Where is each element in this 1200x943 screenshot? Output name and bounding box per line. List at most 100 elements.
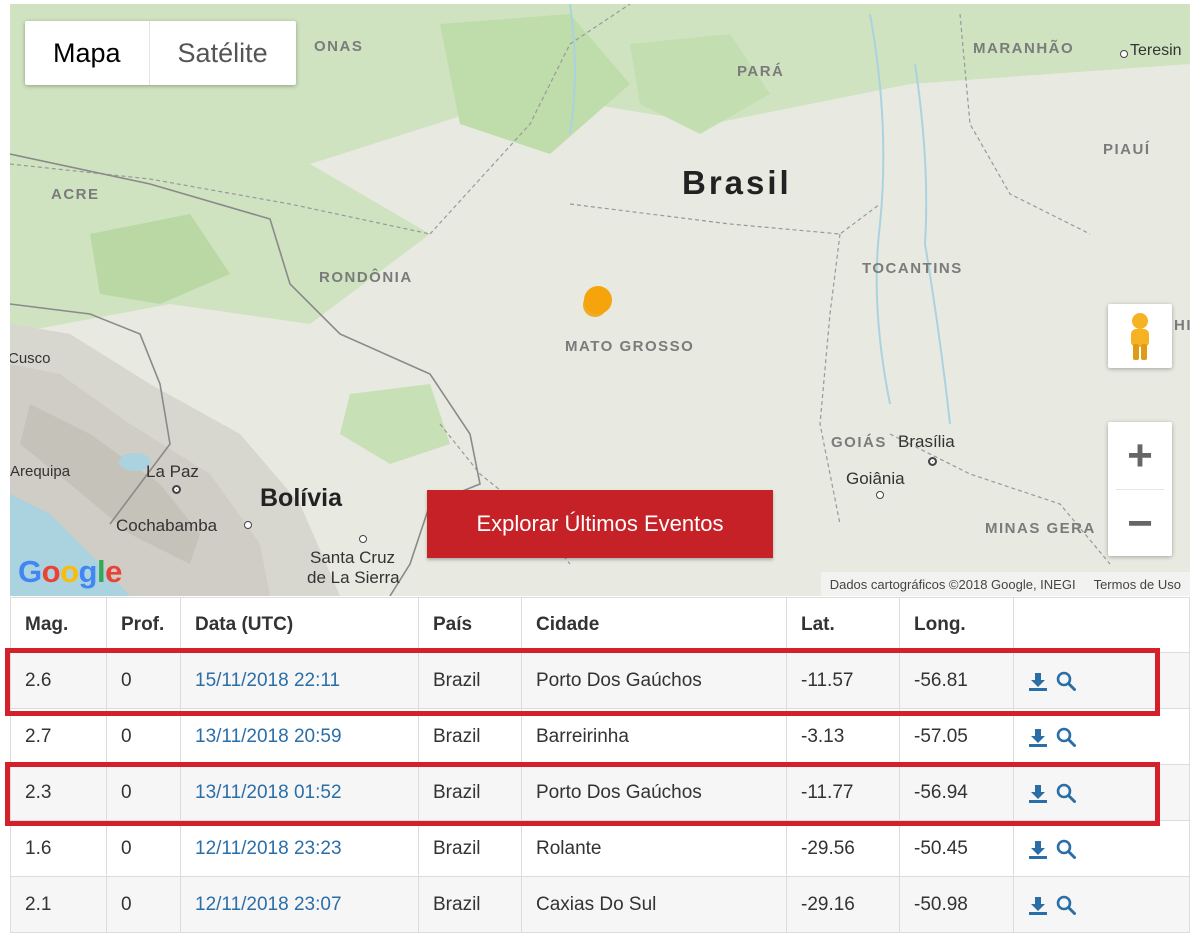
map-label-rondonia: RONDÔNIA [319,269,413,286]
cell-date: 13/11/2018 01:52 [180,764,419,821]
cell-long: -50.45 [899,820,1014,877]
events-table: Mag. Prof. Data (UTC) País Cidade Lat. L… [10,597,1190,933]
cell-country: Brazil [418,876,522,933]
cell-long: -50.98 [899,876,1014,933]
download-icon[interactable] [1028,895,1048,915]
map-label-bahia: HI [1174,317,1190,334]
cell-city: Rolante [521,820,787,877]
table-row: 2.1 0 12/11/2018 23:07 Brazil Caxias Do Sul -… [10,876,1190,933]
terms-of-use-link[interactable]: Termos de Uso [1085,577,1190,592]
attribution-text: Dados cartográficos ©2018 Google, INEGI [829,576,1076,592]
cell-country: Brazil [418,764,522,821]
cell-lat: -11.57 [786,652,900,709]
cell-actions [1013,876,1190,933]
table-row: 2.6 0 15/11/2018 22:11 Brazil Porto Dos Gaúc… [10,652,1190,709]
search-icon[interactable] [1056,671,1076,691]
map-label-teresina: Teresin [1130,42,1182,59]
teresina-dot [1120,50,1128,58]
header-country[interactable]: País [418,597,522,653]
download-icon[interactable] [1028,839,1048,859]
cell-lat: -3.13 [786,708,900,765]
la-paz-dot [172,485,181,494]
search-icon[interactable] [1056,727,1076,747]
map-view[interactable]: ONAS PARÁ MARANHÃO Teresin ACRE PIAUÍ Br… [10,4,1190,596]
table-header-row: Mag. Prof. Data (UTC) País Cidade Lat. L… [10,597,1190,653]
search-icon[interactable] [1056,783,1076,803]
cell-date: 13/11/2018 20:59 [180,708,419,765]
download-icon[interactable] [1028,671,1048,691]
google-logo[interactable]: Google [18,554,122,590]
cell-prof: 0 [106,876,181,933]
event-date-link[interactable]: 13/11/2018 20:59 [195,726,342,747]
header-lat[interactable]: Lat. [786,597,900,653]
map-label-la-paz: La Paz [146,462,199,481]
cell-mag: 2.7 [10,708,107,765]
map-label-para: PARÁ [737,63,785,80]
map-label-bolivia: Bolívia [260,484,342,512]
search-icon[interactable] [1056,839,1076,859]
table-row: 2.3 0 13/11/2018 01:52 Brazil Porto Dos Gaúc… [10,764,1190,821]
map-type-map-button[interactable]: Mapa [25,21,150,85]
pegman-icon [1131,313,1149,360]
cell-long: -56.81 [899,652,1014,709]
map-type-satellite-button[interactable]: Satélite [150,21,296,85]
cell-country: Brazil [418,820,522,877]
cell-date: 12/11/2018 23:07 [180,876,419,933]
cell-city: Caxias Do Sul [521,876,787,933]
cell-prof: 0 [106,820,181,877]
cell-country: Brazil [418,708,522,765]
map-label-cusco: Cusco [10,350,51,367]
map-label-de-la-sierra: de La Sierra [307,568,400,587]
event-date-link[interactable]: 12/11/2018 23:07 [195,894,342,915]
cell-mag: 2.3 [10,764,107,821]
cell-lat: -11.77 [786,764,900,821]
map-type-toggle: Mapa Satélite [25,21,296,85]
map-label-tocantins: TOCANTINS [862,260,963,277]
map-label-amazonas: ONAS [314,38,364,55]
cell-country: Brazil [418,652,522,709]
cell-mag: 1.6 [10,820,107,877]
map-label-santa-cruz: Santa Cruz [310,548,396,567]
event-date-link[interactable]: 13/11/2018 01:52 [195,782,342,803]
explore-latest-events-button[interactable]: Explorar Últimos Eventos [427,490,773,558]
cell-prof: 0 [106,764,181,821]
table-row: 2.7 0 13/11/2018 20:59 Brazil Barreirinha -3.… [10,708,1190,765]
cochabamba-dot [244,521,252,529]
download-icon[interactable] [1028,727,1048,747]
cell-lat: -29.16 [786,876,900,933]
goiania-dot [876,491,884,499]
map-label-minas-gerais: MINAS GERA [985,520,1096,537]
zoom-out-button[interactable]: − [1108,490,1172,557]
cell-prof: 0 [106,652,181,709]
map-label-mato-grosso: MATO GROSSO [565,338,695,355]
map-label-maranhao: MARANHÃO [973,40,1075,57]
header-prof[interactable]: Prof. [106,597,181,653]
map-label-acre: ACRE [51,186,100,203]
header-mag[interactable]: Mag. [10,597,107,653]
search-icon[interactable] [1056,895,1076,915]
event-date-link[interactable]: 15/11/2018 22:11 [195,670,340,691]
map-label-goiania: Goiânia [846,469,905,488]
header-city[interactable]: Cidade [521,597,787,653]
event-date-link[interactable]: 12/11/2018 23:23 [195,838,342,859]
cell-prof: 0 [106,708,181,765]
map-label-arequipa: Arequipa [10,463,71,480]
santa-cruz-dot [359,535,367,543]
cell-actions [1013,652,1190,709]
map-label-cochabamba: Cochabamba [116,516,218,535]
header-actions [1013,597,1190,653]
cell-mag: 2.1 [10,876,107,933]
header-long[interactable]: Long. [899,597,1014,653]
cell-date: 15/11/2018 22:11 [180,652,419,709]
download-icon[interactable] [1028,783,1048,803]
earthquake-marker[interactable] [581,284,615,318]
cell-city: Porto Dos Gaúchos [521,652,787,709]
cell-city: Barreirinha [521,708,787,765]
map-attribution: Dados cartográficos ©2018 Google, INEGI … [820,572,1190,596]
cell-long: -56.94 [899,764,1014,821]
header-date[interactable]: Data (UTC) [180,597,419,653]
zoom-in-button[interactable]: + [1108,422,1172,489]
cell-actions [1013,764,1190,821]
cell-actions [1013,708,1190,765]
street-view-pegman[interactable] [1108,304,1172,368]
